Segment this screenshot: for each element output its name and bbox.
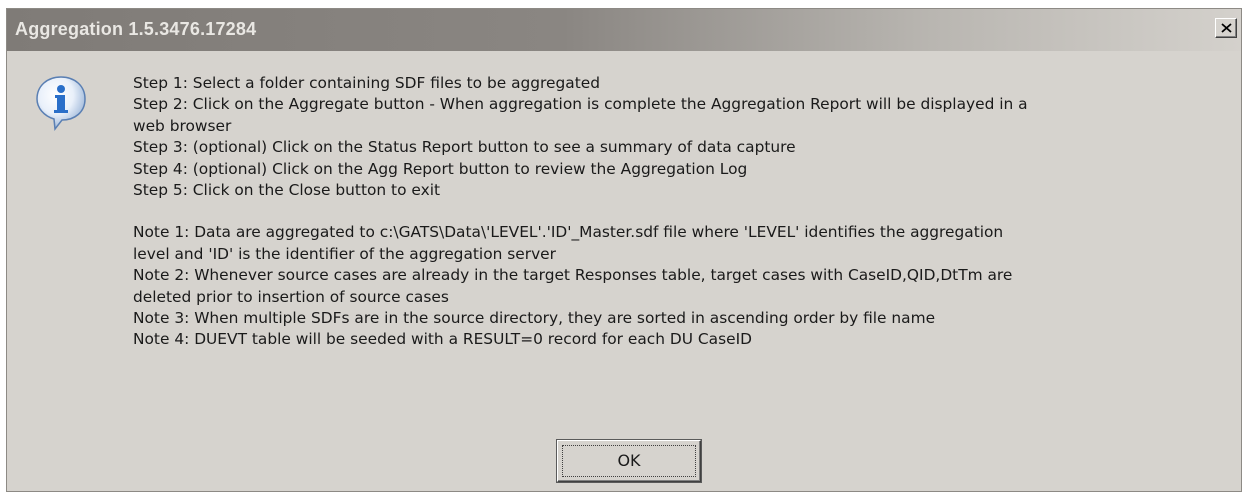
ok-button-label: OK [617,451,641,470]
step-line: Step 4: (optional) Click on the Agg Repo… [133,159,748,178]
note-line: Note 4: DUEVT table will be seeded with … [133,330,752,349]
ok-button[interactable]: OK [557,440,701,482]
note-line: Note 1: Data are aggregated to c:\GATS\D… [133,223,1004,242]
step-line: Step 2: Click on the Aggregate button - … [133,95,1028,114]
note-line: deleted prior to insertion of source cas… [133,287,449,306]
message-dialog: Aggregation 1.5.3476.17284 Step 1: Selec… [6,8,1242,492]
close-icon [1221,23,1232,33]
close-button[interactable] [1215,18,1237,38]
note-line: Note 2: Whenever source cases are alread… [133,266,1013,285]
note-line: level and 'ID' is the identifier of the … [133,244,556,263]
step-line: web browser [133,116,232,135]
message-text: Step 1: Select a folder containing SDF f… [133,73,1233,351]
step-line: Step 1: Select a folder containing SDF f… [133,74,600,92]
window-title: Aggregation 1.5.3476.17284 [15,19,257,39]
info-icon [35,75,87,131]
step-line: Step 3: (optional) Click on the Status R… [133,138,796,157]
note-line: Note 3: When multiple SDFs are in the so… [133,309,936,328]
title-bar[interactable]: Aggregation 1.5.3476.17284 [7,9,1241,51]
step-line: Step 5: Click on the Close button to exi… [133,181,441,200]
